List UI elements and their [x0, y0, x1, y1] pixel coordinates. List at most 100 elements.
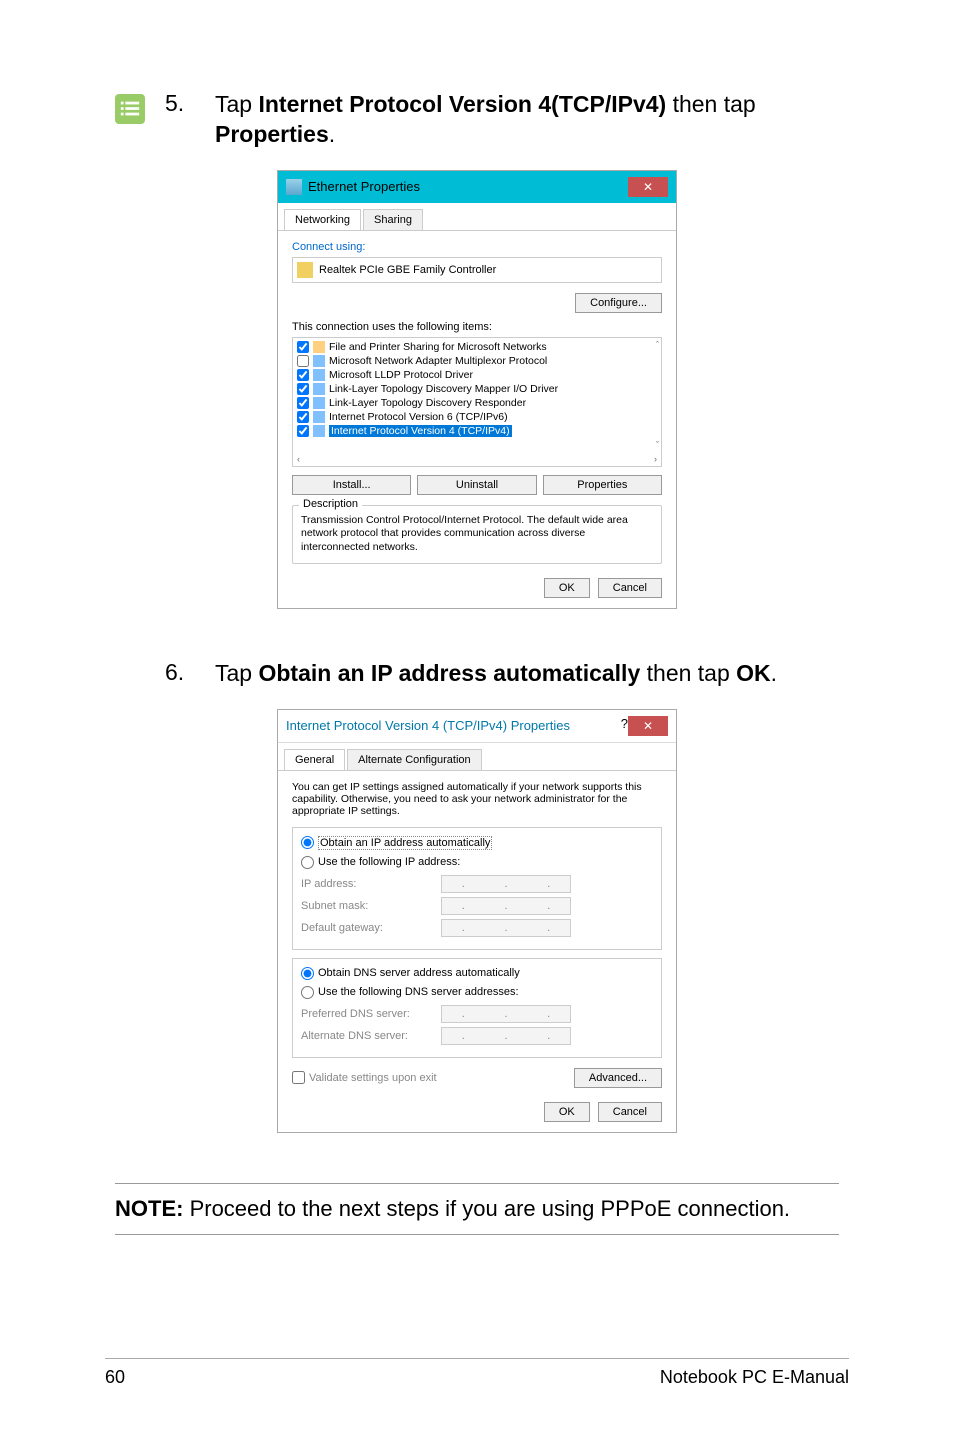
properties-button[interactable]: Properties: [543, 475, 662, 495]
subnet-input: ...: [441, 897, 571, 915]
item-checkbox[interactable]: [297, 411, 309, 423]
obtain-dns-radio-row[interactable]: Obtain DNS server address automatically: [301, 967, 653, 980]
alt-dns-input: ...: [441, 1027, 571, 1045]
manual-title: Notebook PC E-Manual: [660, 1367, 849, 1388]
help-button[interactable]: ?: [621, 716, 628, 736]
step5-bold2: Properties: [215, 121, 329, 147]
dialog2-titlebar: Internet Protocol Version 4 (TCP/IPv4) P…: [278, 710, 676, 743]
advanced-button[interactable]: Advanced...: [574, 1068, 662, 1088]
pref-dns-row: Preferred DNS server: ...: [301, 1005, 653, 1023]
ok-button[interactable]: OK: [544, 578, 590, 598]
protocol-icon: [313, 411, 325, 423]
note-row: NOTE: Proceed to the next steps if you a…: [115, 1196, 839, 1222]
validate-row[interactable]: Validate settings upon exit: [292, 1071, 437, 1084]
item-checkbox[interactable]: [297, 425, 309, 437]
step6-bold1: Obtain an IP address automatically: [258, 660, 640, 686]
ip-address-input: ...: [441, 875, 571, 893]
dialog2-title: Internet Protocol Version 4 (TCP/IPv4) P…: [286, 718, 570, 733]
obtain-dns-label: Obtain DNS server address automatically: [318, 967, 520, 979]
list-item[interactable]: File and Printer Sharing for Microsoft N…: [295, 340, 659, 354]
obtain-ip-label: Obtain an IP address automatically: [318, 836, 492, 850]
step5-mid: then tap: [666, 91, 756, 117]
item-label: Internet Protocol Version 4 (TCP/IPv4): [329, 425, 512, 437]
uninstall-button[interactable]: Uninstall: [417, 475, 536, 495]
tab-alternate[interactable]: Alternate Configuration: [347, 749, 482, 770]
list-item[interactable]: Link-Layer Topology Discovery Mapper I/O…: [295, 382, 659, 396]
step-6-row: 6. Tap Obtain an IP address automaticall…: [165, 659, 839, 689]
item-label: Microsoft LLDP Protocol Driver: [329, 369, 473, 381]
h-scroll[interactable]: ‹›: [293, 452, 661, 466]
use-ip-label: Use the following IP address:: [318, 856, 460, 868]
item-checkbox[interactable]: [297, 397, 309, 409]
adapter-icon: [297, 262, 313, 278]
item-checkbox[interactable]: [297, 341, 309, 353]
close-icon: ✕: [643, 719, 653, 733]
dialog2-tabs: General Alternate Configuration: [278, 743, 676, 771]
close-button[interactable]: ✕: [628, 716, 668, 736]
item-checkbox[interactable]: [297, 355, 309, 367]
list-item[interactable]: Microsoft Network Adapter Multiplexor Pr…: [295, 354, 659, 368]
ip-radio-group: Obtain an IP address automatically Use t…: [292, 827, 662, 950]
cancel-button[interactable]: Cancel: [598, 1102, 662, 1122]
tab-networking[interactable]: Networking: [284, 209, 361, 230]
dialog1-title: Ethernet Properties: [308, 179, 420, 194]
list-item[interactable]: Internet Protocol Version 6 (TCP/IPv6): [295, 410, 659, 424]
item-checkbox[interactable]: [297, 369, 309, 381]
v-scroll-arrows[interactable]: ˆˇ: [656, 340, 659, 450]
cancel-button[interactable]: Cancel: [598, 578, 662, 598]
ip-address-label: IP address:: [301, 878, 441, 890]
configure-button[interactable]: Configure...: [575, 293, 662, 313]
step5-suffix: .: [329, 121, 335, 147]
description-text: Transmission Control Protocol/Internet P…: [301, 514, 653, 555]
protocol-icon: [313, 355, 325, 367]
step-5-number: 5.: [165, 90, 215, 117]
alt-dns-row: Alternate DNS server: ...: [301, 1027, 653, 1045]
dialog1-titlebar: Ethernet Properties ✕: [278, 171, 676, 203]
step-6-number: 6.: [165, 659, 215, 686]
use-dns-radio[interactable]: [301, 986, 314, 999]
validate-checkbox[interactable]: [292, 1071, 305, 1084]
page-footer: 60 Notebook PC E-Manual: [105, 1358, 849, 1388]
list-item[interactable]: Microsoft LLDP Protocol Driver: [295, 368, 659, 382]
device-name: Realtek PCIe GBE Family Controller: [319, 264, 496, 276]
subnet-label: Subnet mask:: [301, 900, 441, 912]
tab-sharing[interactable]: Sharing: [363, 209, 423, 230]
close-icon: ✕: [643, 180, 653, 194]
use-ip-radio[interactable]: [301, 856, 314, 869]
note-label: NOTE:: [115, 1196, 183, 1221]
install-button[interactable]: Install...: [292, 475, 411, 495]
help-icon: ?: [621, 716, 628, 731]
item-label: Internet Protocol Version 6 (TCP/IPv6): [329, 411, 508, 423]
info-text: You can get IP settings assigned automat…: [292, 781, 662, 817]
list-item[interactable]: Link-Layer Topology Discovery Responder: [295, 396, 659, 410]
item-checkbox[interactable]: [297, 383, 309, 395]
description-label: Description: [299, 498, 362, 510]
protocol-icon: [313, 397, 325, 409]
network-icon: [286, 179, 302, 195]
pref-dns-input: ...: [441, 1005, 571, 1023]
validate-label: Validate settings upon exit: [309, 1072, 437, 1084]
step5-bold1: Internet Protocol Version 4(TCP/IPv4): [258, 91, 666, 117]
ok-button[interactable]: OK: [544, 1102, 590, 1122]
use-ip-radio-row[interactable]: Use the following IP address:: [301, 856, 653, 869]
items-list[interactable]: File and Printer Sharing for Microsoft N…: [292, 337, 662, 467]
obtain-ip-radio[interactable]: [301, 836, 314, 849]
tab-general[interactable]: General: [284, 749, 345, 770]
pref-dns-label: Preferred DNS server:: [301, 1008, 441, 1020]
list-item-selected[interactable]: Internet Protocol Version 4 (TCP/IPv4): [295, 424, 659, 438]
close-button[interactable]: ✕: [628, 177, 668, 197]
protocol-icon: [313, 369, 325, 381]
obtain-ip-radio-row[interactable]: Obtain an IP address automatically: [301, 836, 653, 850]
obtain-dns-radio[interactable]: [301, 967, 314, 980]
step-5-text: Tap Internet Protocol Version 4(TCP/IPv4…: [215, 90, 839, 150]
ip-address-row: IP address: ...: [301, 875, 653, 893]
chevron-right-icon: ›: [654, 454, 657, 464]
step6-mid: then tap: [640, 660, 736, 686]
device-box: Realtek PCIe GBE Family Controller: [292, 257, 662, 283]
step5-prefix: Tap: [215, 91, 258, 117]
ipv4-properties-dialog: Internet Protocol Version 4 (TCP/IPv4) P…: [277, 709, 677, 1133]
chevron-left-icon: ‹: [297, 454, 300, 464]
description-group: Description Transmission Control Protoco…: [292, 505, 662, 564]
use-dns-radio-row[interactable]: Use the following DNS server addresses:: [301, 986, 653, 999]
item-label: File and Printer Sharing for Microsoft N…: [329, 341, 547, 353]
